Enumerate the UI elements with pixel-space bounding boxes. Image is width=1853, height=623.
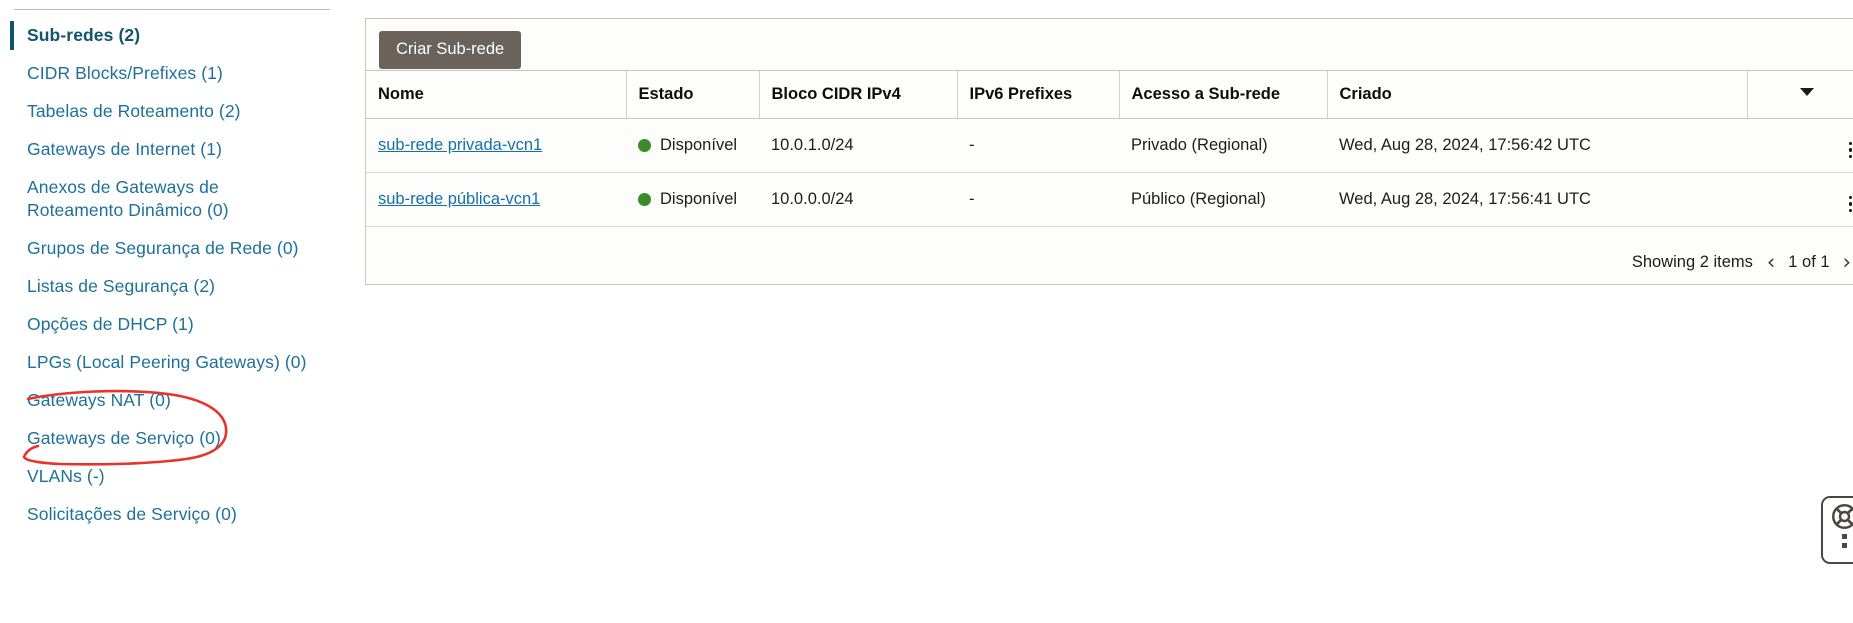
sidebar-item-label: Opções de DHCP (1) (27, 314, 194, 334)
sidebar-item-label: LPGs (Local Peering Gateways) (0) (27, 352, 307, 372)
sidebar-item-1[interactable]: CIDR Blocks/Prefixes (1) (0, 62, 340, 100)
cell-bloco-cidr-ipv4: 10.0.1.0/24 (759, 118, 957, 173)
sidebar-item-label: Anexos de Gateways de Roteamento Dinâmic… (27, 177, 229, 220)
previous-page-icon[interactable]: ‹ (1767, 252, 1775, 273)
cell-acesso-a-sub-rede: Público (Regional) (1119, 172, 1327, 227)
subnet-name-link[interactable]: sub-rede pública-vcn1 (378, 190, 540, 208)
column-header-nome[interactable]: Nome (366, 71, 627, 119)
create-subnet-button[interactable]: Criar Sub-rede (379, 31, 522, 69)
sidebar-item-label: Gateways de Internet (1) (27, 139, 222, 159)
lifebuoy-icon (1831, 504, 1853, 529)
showing-items-label: Showing 2 items (1631, 253, 1753, 271)
status-label: Disponível (660, 190, 738, 208)
resources-sidebar: Sub-redes (2) CIDR Blocks/Prefixes (1) Tab… (0, 0, 340, 623)
active-indicator-bar (10, 21, 14, 50)
page-indicator: 1 of 1 (1788, 253, 1830, 271)
sidebar-item-10[interactable]: Gateways de Serviço (0) (0, 427, 340, 465)
row-actions-kebab-icon[interactable] (1847, 194, 1853, 215)
sidebar-item-0[interactable]: Sub-redes (2) (0, 21, 340, 62)
sidebar-item-label: Gateways NAT (0) (27, 390, 171, 410)
sidebar-top-divider (14, 9, 330, 10)
pagination-controls: ‹ 1 of 1 › (1767, 252, 1851, 273)
sidebar-item-4[interactable]: Anexos de Gateways de Roteamento Dinâmic… (0, 176, 340, 237)
sidebar-item-label: Tabelas de Roteamento (2) (27, 101, 241, 121)
column-header-bloco-cidr-ipv4[interactable]: Bloco CIDR IPv4 (759, 71, 958, 119)
sidebar-item-list: Sub-redes (2) CIDR Blocks/Prefixes (1) Tab… (0, 21, 340, 541)
sidebar-item-label: CIDR Blocks/Prefixes (1) (27, 63, 223, 83)
cell-estado: Disponível (626, 118, 759, 173)
row-actions-kebab-icon[interactable] (1847, 140, 1853, 161)
cell-acesso-a-sub-rede: Privado (Regional) (1119, 118, 1327, 173)
table-header: Nome Estado Bloco CIDR IPv4 IPv6 Prefixe… (366, 71, 1853, 119)
sidebar-item-label: Sub-redes (2) (27, 25, 141, 45)
sort-descending-caret-icon[interactable] (1800, 88, 1814, 96)
sidebar-item-2[interactable]: Tabelas de Roteamento (2) (0, 100, 340, 138)
column-header-acesso-a-sub-rede[interactable]: Acesso a Sub-rede (1119, 71, 1328, 119)
status-dot-icon (638, 139, 651, 152)
sidebar-item-label: Listas de Segurança (2) (27, 276, 216, 296)
column-header-criado[interactable]: Criado (1327, 71, 1748, 119)
cell-estado: Disponível (626, 172, 759, 227)
cell-bloco-cidr-ipv4: 10.0.0.0/24 (759, 172, 957, 227)
table-header-row: Nome Estado Bloco CIDR IPv4 IPv6 Prefixe… (366, 71, 1853, 119)
status-dot-icon (638, 193, 651, 206)
cell-actions (1747, 118, 1853, 173)
sidebar-item-label: Gateways de Serviço (0) (27, 428, 221, 448)
cell-nome: sub-rede pública-vcn1 (366, 172, 626, 227)
table-row: sub-rede pública-vcn1 Disponível 10.0.0.0/… (366, 172, 1853, 227)
cell-criado: Wed, Aug 28, 2024, 17:56:41 UTC (1327, 172, 1747, 227)
sidebar-item-7[interactable]: Opções de DHCP (1) (0, 313, 340, 351)
sidebar-item-label: Solicitações de Serviço (0) (27, 504, 237, 524)
table-footer: Showing 2 items ‹ 1 of 1 › (366, 241, 1853, 284)
subnets-panel: Criar Sub-rede Nome Estado Bloco CIDR IP… (365, 18, 1853, 285)
cell-ipv6-prefixes: - (957, 172, 1119, 227)
cell-criado: Wed, Aug 28, 2024, 17:56:42 UTC (1327, 118, 1747, 173)
sidebar-item-3[interactable]: Gateways de Internet (1) (0, 138, 340, 176)
column-header-ipv6-prefixes[interactable]: IPv6 Prefixes (957, 71, 1120, 119)
sidebar-item-label: VLANs (-) (27, 466, 105, 486)
subnet-name-link[interactable]: sub-rede privada-vcn1 (378, 136, 542, 154)
next-page-icon[interactable]: › (1843, 252, 1851, 273)
table-row: sub-rede privada-vcn1 Disponível 10.0.1.0/… (366, 118, 1853, 173)
cell-nome: sub-rede privada-vcn1 (366, 118, 626, 173)
column-header-estado[interactable]: Estado (626, 71, 760, 119)
help-widget[interactable] (1821, 496, 1853, 564)
table-body: sub-rede privada-vcn1 Disponível 10.0.1.0/… (366, 118, 1853, 227)
sidebar-item-9[interactable]: Gateways NAT (0) (0, 389, 340, 427)
subnets-table: Nome Estado Bloco CIDR IPv4 IPv6 Prefixe… (366, 71, 1853, 227)
sidebar-item-6[interactable]: Listas de Segurança (2) (0, 275, 340, 313)
help-widget-more-icon[interactable] (1841, 534, 1847, 548)
sidebar-item-label: Grupos de Segurança de Rede (0) (27, 238, 299, 258)
cell-actions (1747, 172, 1853, 227)
sidebar-item-8[interactable]: LPGs (Local Peering Gateways) (0) (0, 351, 340, 389)
status-label: Disponível (660, 136, 738, 154)
sidebar-item-12[interactable]: Solicitações de Serviço (0) (0, 503, 340, 541)
sidebar-item-5[interactable]: Grupos de Segurança de Rede (0) (0, 237, 340, 275)
sidebar-item-11[interactable]: VLANs (-) (0, 465, 340, 503)
cell-ipv6-prefixes: - (957, 118, 1119, 173)
panel-toolbar: Criar Sub-rede (366, 19, 1853, 71)
column-header-actions (1747, 71, 1853, 119)
